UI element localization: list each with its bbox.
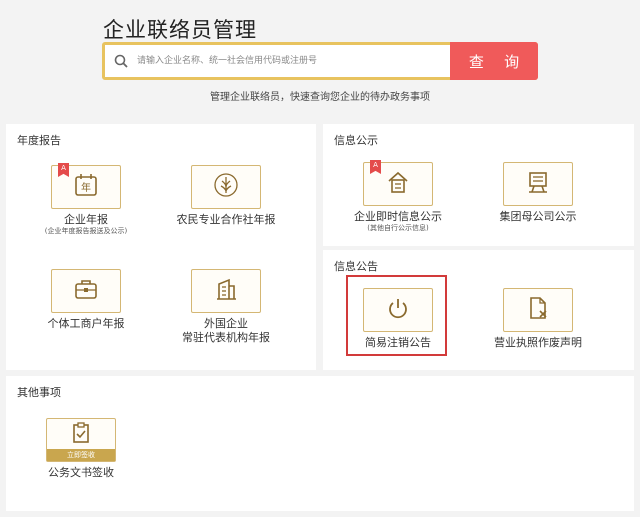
other-matters-panel: 其他事项 立即签收 公务文书签收 xyxy=(6,376,634,511)
tile-label: 公务文书签收 xyxy=(48,466,114,479)
panel-title-info-notice: 信息公告 xyxy=(334,260,378,273)
house-document-icon xyxy=(385,169,411,199)
tile-icon-box: 立即签收 xyxy=(46,418,116,462)
tile-label: 个体工商户年报 xyxy=(47,317,125,330)
tile-enterprise-annual-report[interactable]: A 年 企业年报 (企业年度报告报送及公示) xyxy=(16,163,156,236)
search-button[interactable]: 查 询 xyxy=(450,42,538,80)
calendar-year-icon: 年 xyxy=(73,172,99,202)
tile-icon-box xyxy=(503,288,573,332)
annual-report-panel: 年度报告 A 年 企业年报 (企业年度报告报送及公示) 农民专业合作社年报 个体… xyxy=(6,124,316,370)
tile-foreign-enterprise-annual-report[interactable]: 外国企业 常驻代表机构年报 xyxy=(156,269,296,345)
document-cancel-icon xyxy=(525,295,551,325)
tile-label: 企业即时信息公示 xyxy=(354,210,442,223)
sign-now-band: 立即签收 xyxy=(47,449,115,461)
panel-title-annual-report: 年度报告 xyxy=(17,134,61,147)
tile-enterprise-instant-info[interactable]: A 企业即时信息公示 (其他自行公示信息) xyxy=(328,160,468,233)
tile-business-license-void[interactable]: 营业执照作废声明 xyxy=(468,288,608,350)
page-title: 企业联络员管理 xyxy=(103,18,257,42)
badge-a-icon: A xyxy=(370,160,381,174)
tile-individual-business-annual-report[interactable]: 个体工商户年报 xyxy=(16,269,156,331)
svg-text:年: 年 xyxy=(81,181,91,194)
wheat-emblem-icon xyxy=(212,171,240,203)
tile-note: (企业年度报告报送及公示) xyxy=(44,227,128,235)
tile-label: 外国企业 xyxy=(204,317,248,330)
info-public-panel: 信息公示 A 企业即时信息公示 (其他自行公示信息) 集团母公司公示 xyxy=(323,124,634,246)
tile-label: 农民专业合作社年报 xyxy=(176,213,276,226)
tile-icon-box xyxy=(191,165,261,209)
tile-farmer-coop-annual-report[interactable]: 农民专业合作社年报 xyxy=(156,165,296,227)
building-document-icon xyxy=(213,276,239,306)
highlight-box xyxy=(346,275,447,356)
panel-title-info-public: 信息公示 xyxy=(334,134,378,147)
search-subtitle: 管理企业联络员，快速查询您企业的待办政务事项 xyxy=(210,92,430,103)
flag-board-icon xyxy=(525,169,551,199)
briefcase-icon xyxy=(73,277,99,305)
tile-icon-box: A xyxy=(363,160,433,206)
badge-a-icon: A xyxy=(58,163,69,177)
search-icon xyxy=(105,54,137,68)
clipboard-check-icon xyxy=(69,422,93,448)
tile-official-document-receipt[interactable]: 立即签收 公务文书签收 xyxy=(11,418,151,480)
search-bar: 查 询 xyxy=(102,42,538,80)
tile-label-line2: 常驻代表机构年报 xyxy=(182,331,270,344)
panel-title-other-matters: 其他事项 xyxy=(17,386,61,399)
tile-icon-box xyxy=(191,269,261,313)
tile-label: 营业执照作废声明 xyxy=(494,336,582,349)
tile-note: (其他自行公示信息) xyxy=(367,224,429,232)
tile-label: 集团母公司公示 xyxy=(499,210,577,223)
tile-group-parent-company[interactable]: 集团母公司公示 xyxy=(468,162,608,224)
tile-icon-box xyxy=(51,269,121,313)
tile-icon-box xyxy=(503,162,573,206)
tile-icon-box: A 年 xyxy=(51,163,121,209)
tile-label: 企业年报 xyxy=(64,213,108,226)
